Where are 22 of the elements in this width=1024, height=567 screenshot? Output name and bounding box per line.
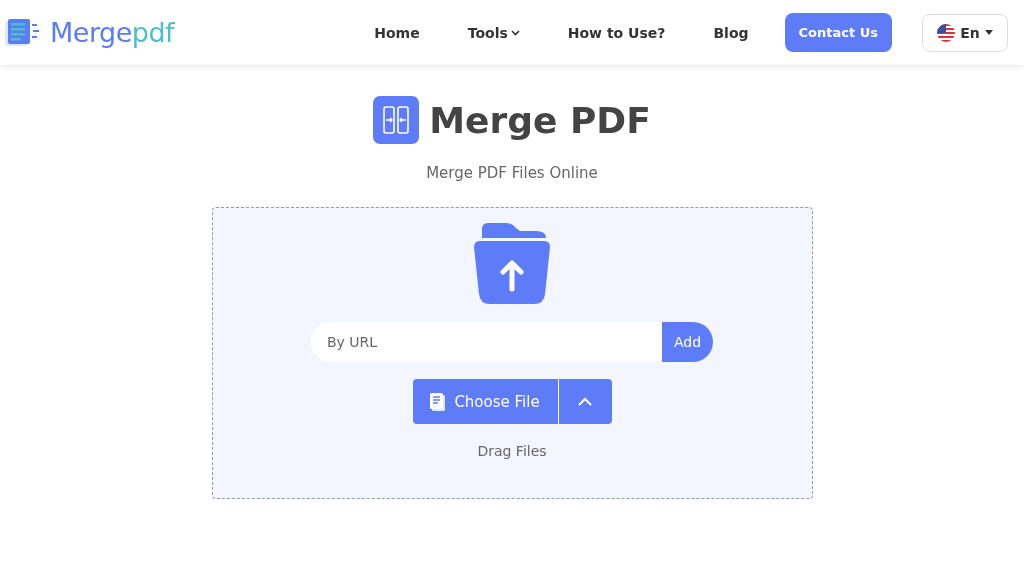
- drop-zone[interactable]: By URL Add Choose File Drag Files: [211, 207, 813, 499]
- folder-upload-icon: [472, 223, 552, 304]
- chevron-up-icon: [577, 396, 593, 407]
- caret-icon: [984, 30, 993, 35]
- page-subtitle: Merge PDF Files Online: [426, 164, 598, 182]
- add-button[interactable]: Add: [662, 322, 713, 362]
- choose-file-button[interactable]: Choose File: [412, 379, 558, 424]
- flag-icon: [937, 23, 956, 42]
- drag-files-hint: Drag Files: [477, 443, 547, 459]
- url-input[interactable]: By URL: [311, 322, 662, 362]
- contact-button[interactable]: Contact Us: [784, 13, 892, 52]
- nav-link[interactable]: Blog: [713, 24, 749, 41]
- chevron-down-icon: [510, 29, 520, 36]
- nav-link[interactable]: How to Use?: [567, 24, 666, 41]
- language-selector[interactable]: En: [922, 13, 1008, 52]
- page-title: Merge PDF: [429, 99, 651, 141]
- merge-icon: [373, 96, 420, 144]
- expand-button[interactable]: [558, 379, 612, 424]
- document-icon: [430, 392, 447, 411]
- nav-link[interactable]: Home: [374, 24, 420, 41]
- nav-link[interactable]: Tools: [467, 24, 520, 41]
- logo-text[interactable]: Mergepdf: [50, 17, 175, 48]
